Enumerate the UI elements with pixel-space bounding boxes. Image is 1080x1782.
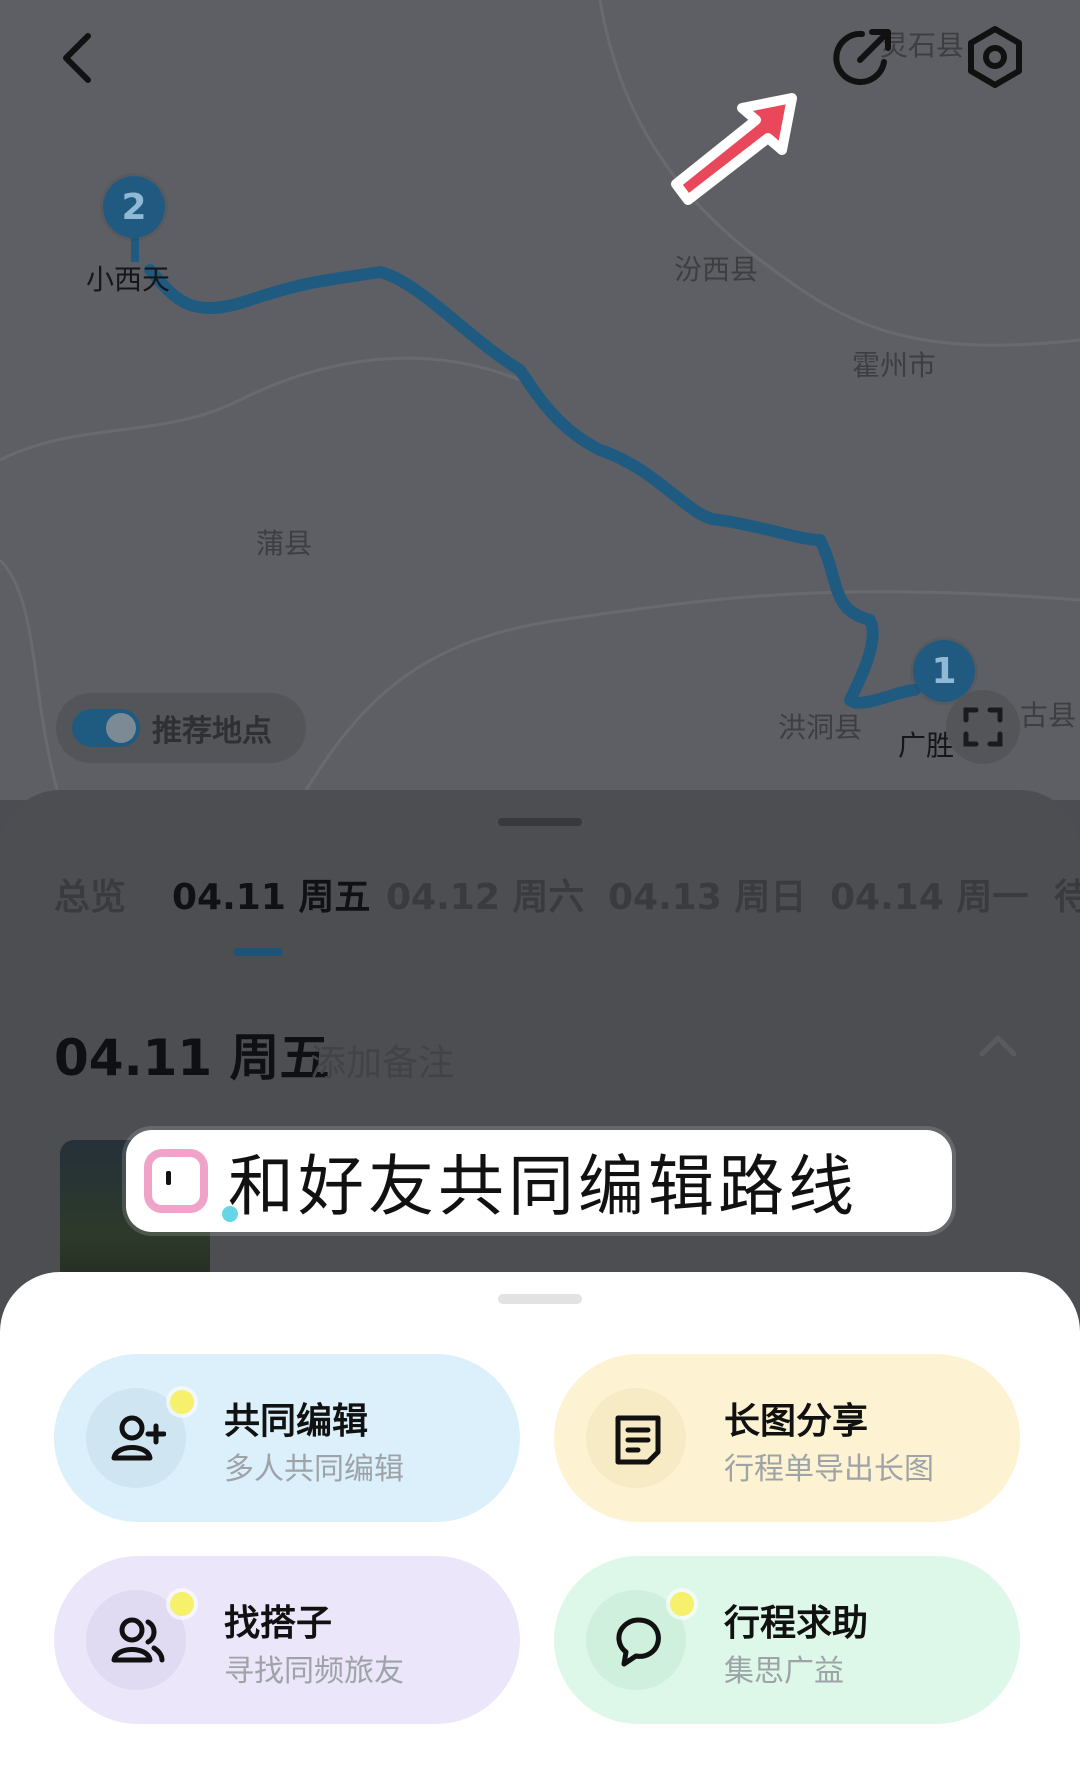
active-tab-indicator xyxy=(233,948,283,956)
route-map[interactable]: 小西天 汾西县 霍州市 蒲县 洪洞县 灵石县 古县 广胜 2 1 推荐地点 xyxy=(0,0,1080,800)
add-note-link[interactable]: 添加备注 xyxy=(310,1034,454,1086)
card-subtitle: 寻找同频旅友 xyxy=(224,1654,404,1689)
find-buddy-button[interactable]: 找搭子 寻找同频旅友 xyxy=(54,1556,520,1724)
recommend-places-toggle[interactable]: 推荐地点 xyxy=(56,693,306,763)
place-label: 小西天 xyxy=(86,263,171,296)
day-title: 04.11 周五 xyxy=(54,1029,330,1087)
tab-overview[interactable]: 总览 xyxy=(54,868,126,920)
long-image-share-button[interactable]: 长图分享 行程单导出长图 xyxy=(554,1354,1020,1522)
place-label: 古县 xyxy=(1020,699,1077,732)
pointer-arrow-icon xyxy=(671,93,797,205)
caption-banner: 和好友共同编辑路线 xyxy=(126,1130,952,1232)
share-icon[interactable] xyxy=(832,26,896,90)
card-title: 长图分享 xyxy=(724,1401,869,1442)
fullscreen-icon xyxy=(963,707,1003,747)
new-badge xyxy=(670,1592,694,1616)
chevron-up-icon[interactable] xyxy=(976,1030,1020,1060)
card-title: 共同编辑 xyxy=(224,1401,369,1442)
new-badge xyxy=(170,1390,194,1414)
route-line xyxy=(144,264,921,709)
place-label: 蒲县 xyxy=(256,527,313,560)
recommend-label: 推荐地点 xyxy=(152,714,272,749)
add-user-icon xyxy=(111,1415,166,1461)
place-label: 洪洞县 xyxy=(778,711,863,744)
toggle-switch[interactable] xyxy=(72,709,140,747)
card-subtitle: 多人共同编辑 xyxy=(224,1452,404,1487)
sticker-icon xyxy=(144,1149,208,1213)
tab-day-0414[interactable]: 04.14 周一 xyxy=(830,868,1028,920)
place-label: 汾西县 xyxy=(674,253,759,286)
tab-day-0412[interactable]: 04.12 周六 xyxy=(386,868,584,920)
caption-text: 和好友共同编辑路线 xyxy=(228,1148,858,1225)
card-subtitle: 集思广益 xyxy=(724,1654,844,1689)
settings-icon[interactable] xyxy=(962,24,1028,90)
co-edit-button[interactable]: 共同编辑 多人共同编辑 xyxy=(54,1354,520,1522)
trip-help-button[interactable]: 行程求助 集思广益 xyxy=(554,1556,1020,1724)
sheet-handle[interactable] xyxy=(498,1294,582,1304)
day-tabs: 总览 04.11 周五 04.12 周六 04.13 周日 04.14 周一 待 xyxy=(0,868,1080,918)
place-label: 霍州市 xyxy=(852,349,937,382)
card-subtitle: 行程单导出长图 xyxy=(724,1452,934,1487)
fullscreen-button[interactable] xyxy=(946,690,1020,764)
back-icon[interactable] xyxy=(54,28,98,88)
document-icon xyxy=(615,1415,661,1465)
tab-day-0413[interactable]: 04.13 周日 xyxy=(608,868,806,920)
route-marker-end[interactable]: 2 xyxy=(103,176,165,238)
two-users-icon xyxy=(111,1617,165,1663)
panel-handle[interactable] xyxy=(498,818,582,826)
card-title: 行程求助 xyxy=(724,1603,869,1644)
new-badge xyxy=(170,1592,194,1616)
tab-day-0411[interactable]: 04.11 周五 xyxy=(172,868,370,920)
tab-pending[interactable]: 待 xyxy=(1054,868,1080,920)
card-title: 找搭子 xyxy=(224,1603,333,1644)
chat-bubble-icon xyxy=(616,1617,661,1667)
dot-icon xyxy=(222,1206,238,1222)
